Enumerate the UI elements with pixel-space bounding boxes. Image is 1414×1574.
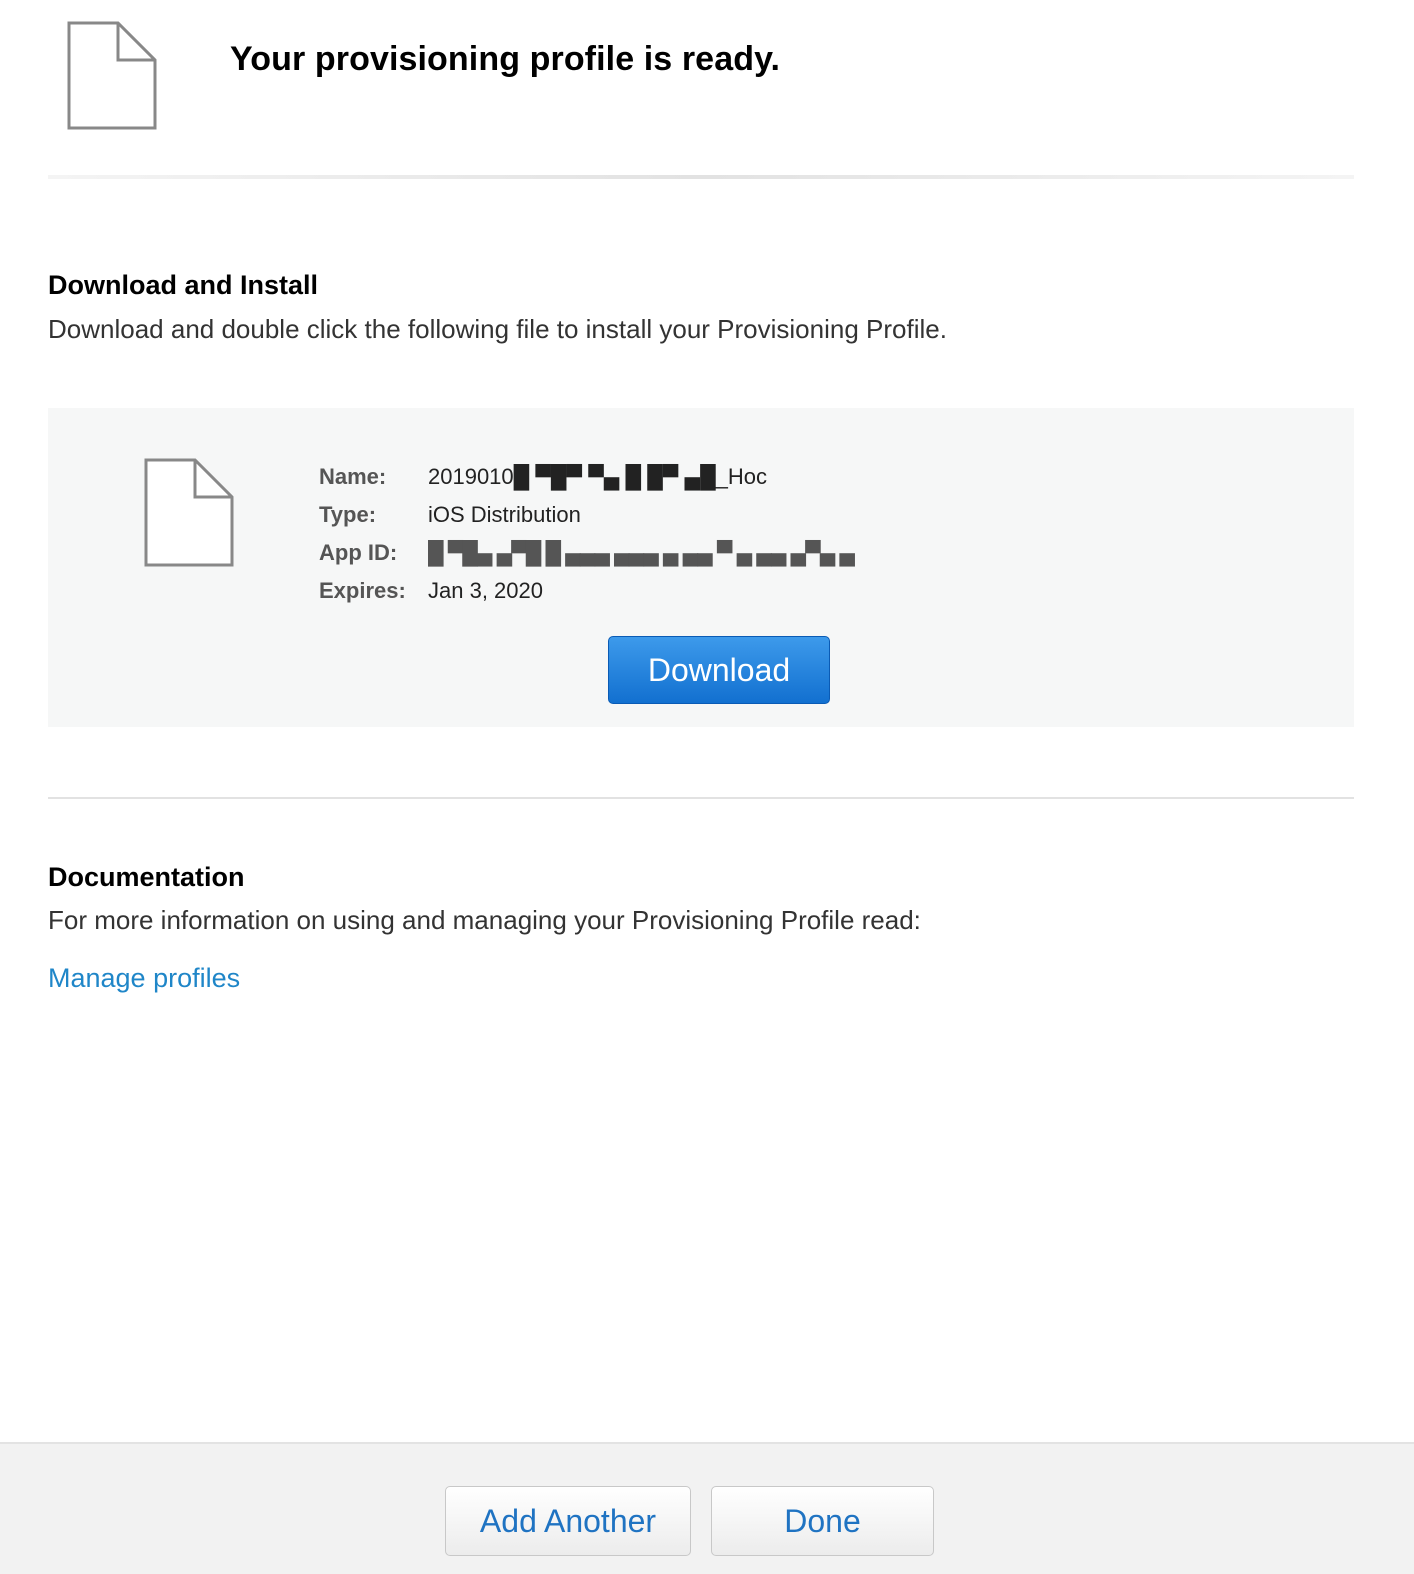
provisioning-profile-page: Your provisioning profile is ready. Down…	[0, 0, 1414, 1574]
appid-label: App ID:	[319, 540, 398, 565]
profile-details: Name: 2019010█ ▀█▀ ▀▄ █ █▀ ▄█_Hoc Type: …	[319, 458, 855, 610]
page-title: Your provisioning profile is ready.	[230, 40, 781, 78]
download-button[interactable]: Download	[608, 636, 830, 704]
type-value: iOS Distribution	[428, 502, 581, 527]
add-another-button[interactable]: Add Another	[445, 1486, 691, 1556]
expires-label: Expires:	[319, 578, 406, 603]
done-button[interactable]: Done	[711, 1486, 934, 1556]
type-label: Type:	[319, 502, 377, 527]
expires-value: Jan 3, 2020	[428, 578, 543, 603]
manage-profiles-link[interactable]: Manage profiles	[48, 963, 240, 994]
appid-value: █ ▀█▄ ▄▀█ █ ▄▄▄ ▄▄▄ ▄ ▄▄ ▀ ▄ ▄▄ ▄▀▄ ▄	[428, 540, 855, 565]
name-label: Name:	[319, 464, 387, 489]
section-divider	[48, 797, 1354, 799]
name-value: 2019010█ ▀█▀ ▀▄ █ █▀ ▄█_Hoc	[428, 464, 768, 489]
profile-expires-row: Expires: Jan 3, 2020	[319, 572, 854, 610]
profile-type-row: Type: iOS Distribution	[319, 496, 854, 534]
profile-panel: Name: 2019010█ ▀█▀ ▀▄ █ █▀ ▄█_Hoc Type: …	[48, 408, 1354, 727]
documentation-heading: Documentation	[48, 862, 245, 892]
header-divider	[48, 175, 1354, 179]
documentation-description: For more information on using and managi…	[48, 905, 921, 935]
document-icon	[144, 458, 234, 567]
footer-bar: Add Another Done	[0, 1442, 1414, 1574]
download-install-description: Download and double click the following …	[48, 314, 947, 344]
download-install-heading: Download and Install	[48, 270, 319, 300]
document-icon	[67, 21, 157, 130]
profile-appid-row: App ID: █ ▀█▄ ▄▀█ █ ▄▄▄ ▄▄▄ ▄ ▄▄ ▀ ▄ ▄▄ …	[319, 534, 855, 572]
profile-name-row: Name: 2019010█ ▀█▀ ▀▄ █ █▀ ▄█_Hoc	[319, 458, 854, 496]
